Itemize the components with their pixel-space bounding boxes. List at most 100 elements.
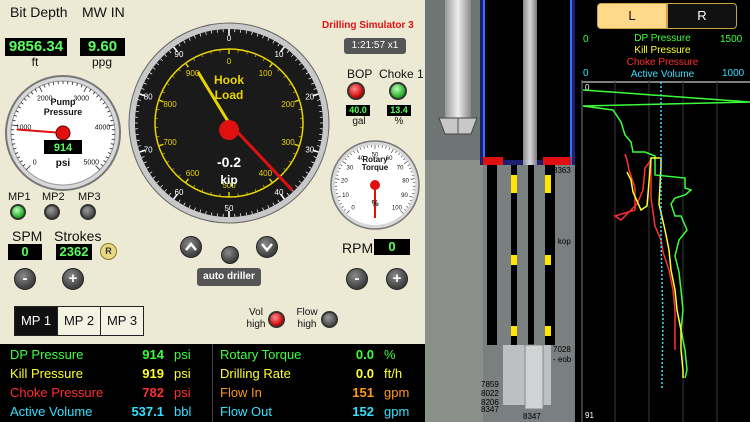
tab-mp2[interactable]: MP 2 — [57, 306, 101, 336]
flow-out-label: Flow Out — [220, 404, 273, 419]
mp1-button[interactable] — [10, 204, 26, 220]
well-depth-2: 8022 — [481, 389, 499, 398]
well-eob-marker: - eob — [553, 355, 572, 364]
dp-pressure-value: 914 — [142, 347, 164, 362]
hook-gauge-inner-label: 800 — [163, 100, 177, 109]
hook-gauge-tick — [245, 212, 247, 216]
mp1-label: MP1 — [8, 191, 31, 203]
rpm-decrease-button[interactable]: - — [346, 268, 368, 290]
pump-gauge-tick-label: 3000 — [73, 95, 89, 102]
hook-gauge-inner-label: 200 — [281, 100, 295, 109]
rpm-display: 0 — [374, 239, 410, 255]
choke-pressure-value: 782 — [142, 385, 164, 400]
pump-gauge-tick — [52, 81, 55, 85]
pump-gauge-tick — [71, 81, 74, 85]
rotary-gauge-tick-label: 70 — [397, 165, 404, 171]
tab-mp3[interactable]: MP 3 — [100, 306, 144, 336]
pump-gauge-tick-label: 5000 — [84, 159, 100, 166]
flow-in-value: 151 — [352, 385, 374, 400]
chevron-down-icon — [261, 243, 273, 252]
tab-log-right[interactable]: R — [667, 3, 737, 29]
hook-gauge-inner-label: 400 — [259, 169, 273, 178]
choke-pressure-unit: psi — [174, 385, 191, 400]
pump-gauge-title-1: Pump — [50, 97, 76, 107]
well-kop-marker: - kop — [553, 237, 571, 246]
well-view: 3363 - kop 7028 - eob 7859 8022 8206 834… — [425, 0, 575, 422]
well-depth-1: 7859 — [481, 380, 499, 389]
auto-driller-toggle[interactable] — [221, 246, 239, 264]
hook-gauge-title-2: Load — [215, 88, 244, 102]
hook-gauge-title-1: Hook — [214, 73, 244, 87]
hook-gauge-tick — [211, 212, 213, 216]
well-depth-top: 3363 — [553, 166, 571, 175]
strokes-label: Strokes — [54, 228, 102, 244]
rotary-torque-unit: % — [384, 347, 396, 362]
flow-in-label: Flow In — [220, 385, 262, 400]
log-depth-bottom: 91 — [585, 411, 594, 420]
rotary-gauge-tick-label: 30 — [347, 165, 354, 171]
flow-high-indicator[interactable] — [321, 311, 338, 328]
vol-high-indicator[interactable] — [268, 311, 285, 328]
strokes-reset-button[interactable]: R — [100, 243, 117, 260]
bop-display: 40.0 — [346, 105, 370, 116]
choke-pressure-label: Choke Pressure — [10, 385, 104, 400]
pump-gauge-value: 914 — [54, 142, 73, 154]
hook-gauge-tick — [318, 139, 322, 141]
rotary-gauge-tick-label: 10 — [342, 193, 349, 199]
vol-high-label-2: high — [246, 319, 266, 330]
rotary-gauge-tick-label: 80 — [402, 179, 409, 185]
auto-driller-down-button[interactable] — [256, 236, 278, 258]
active-volume-label: Active Volume — [10, 404, 93, 419]
rpm-increase-button[interactable]: + — [386, 268, 408, 290]
readout-table: DP Pressure 914 psi Kill Pressure 919 psi Chok… — [0, 344, 425, 422]
hook-gauge-inner-label: 0 — [227, 57, 232, 66]
rotary-torque-label: Rotary Torque — [220, 347, 302, 362]
hook-gauge-tick — [245, 30, 247, 34]
dp-pressure-unit: psi — [174, 347, 191, 362]
mw-in-label: MW IN — [82, 4, 125, 20]
spm-decrease-button[interactable]: - — [14, 268, 36, 290]
hook-gauge-tick — [211, 30, 213, 34]
hook-gauge-unit: kip — [220, 173, 237, 187]
hook-gauge-value: -0.2 — [217, 154, 241, 170]
spm-increase-button[interactable]: + — [62, 268, 84, 290]
mw-in-unit: ppg — [91, 55, 113, 69]
dp-pressure-label: DP Pressure — [10, 347, 84, 362]
choke-display: 13.4 — [387, 105, 411, 116]
well-depth-bottom: 8347 — [523, 412, 541, 421]
auto-driller-button[interactable]: auto driller — [197, 268, 261, 286]
rotary-gauge-title-2: Torque — [362, 163, 389, 172]
well-depth-4: 8347 — [481, 405, 499, 414]
bop-label: BOP — [347, 67, 373, 81]
drilling-rate-unit: ft/h — [384, 366, 403, 381]
log-legend-dp: DP Pressure — [634, 33, 691, 44]
flow-out-value: 152 — [352, 404, 374, 419]
log-legend-kill: Kill Pressure — [634, 45, 691, 56]
sim-clock[interactable]: 1:21:57 x1 — [344, 38, 406, 54]
pump-gauge-title-2: Pressure — [44, 107, 83, 117]
rotary-gauge-tick-label: 100 — [392, 205, 403, 211]
mp3-button[interactable] — [80, 204, 96, 220]
bop-indicator[interactable] — [347, 82, 365, 100]
rpm-label: RPM — [342, 240, 374, 256]
hook-gauge-outer-label: 10 — [275, 50, 284, 59]
mp2-button[interactable] — [44, 204, 60, 220]
rotary-torque-gauge: 0102030405060708090100 Rotary Torque % — [330, 140, 420, 230]
rotary-torque-value: 0.0 — [355, 347, 374, 362]
log-legend-volume: Active Volume — [630, 69, 695, 80]
tab-mp1[interactable]: MP 1 — [14, 306, 58, 336]
pump-pressure-gauge: 010002000 300040005000 Pump Pressure 914 … — [5, 75, 121, 191]
flow-high-label-2: high — [297, 319, 317, 330]
log-panel: L R 0 1500 0 1000 DP Pressure Kill Press… — [575, 0, 750, 422]
hook-gauge-tick — [318, 105, 322, 107]
tab-log-left[interactable]: L — [597, 3, 667, 29]
choke-indicator[interactable] — [389, 82, 407, 100]
hook-load-gauge: 0010100202003030040400505006060070700808… — [128, 22, 330, 224]
active-volume-unit: bbl — [174, 404, 192, 419]
chevron-up-icon — [185, 242, 197, 251]
hook-gauge-outer-label: 90 — [175, 50, 184, 59]
auto-driller-up-button[interactable] — [180, 236, 202, 258]
choke-unit: % — [394, 116, 404, 127]
mp2-label: MP2 — [42, 191, 65, 203]
hook-gauge-inner-label: 300 — [281, 138, 295, 147]
